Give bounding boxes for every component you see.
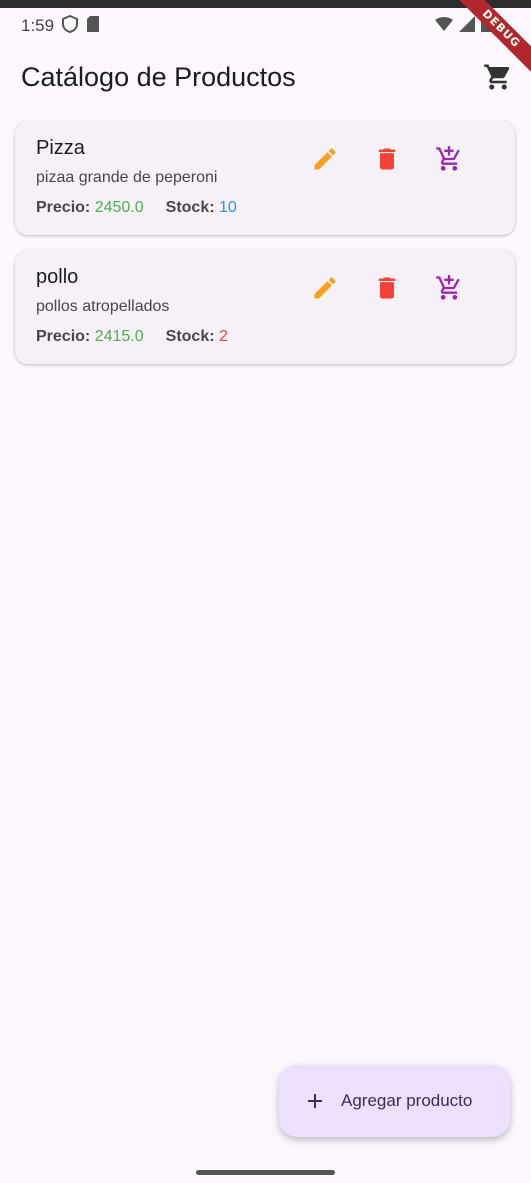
pencil-icon — [314, 148, 336, 170]
pencil-icon — [314, 277, 336, 299]
stock-value: 2 — [219, 328, 228, 345]
product-meta: Precio: 2415.0 Stock: 2 — [36, 328, 228, 346]
stock-label: Stock: — [165, 199, 215, 216]
shopping-cart-icon — [484, 64, 510, 90]
stock-field: Stock: 10 — [166, 199, 237, 217]
plus-icon — [308, 1094, 322, 1108]
home-indicator[interactable] — [196, 1170, 335, 1175]
delete-button[interactable] — [373, 145, 401, 173]
delete-button[interactable] — [373, 274, 401, 302]
edit-button[interactable] — [311, 145, 339, 173]
price-field: Precio: 2450.0 — [36, 199, 144, 217]
app-bar: Catálogo de Productos — [0, 48, 531, 106]
card-actions — [311, 274, 463, 302]
price-field: Precio: 2415.0 — [36, 328, 144, 346]
stock-value: 10 — [219, 199, 237, 216]
edit-button[interactable] — [311, 274, 339, 302]
add-shopping-cart-icon — [436, 275, 460, 300]
trash-icon — [378, 277, 396, 299]
status-time: 1:59 — [21, 16, 55, 35]
trash-icon — [378, 148, 396, 170]
add-product-button[interactable]: Agregar producto — [279, 1065, 510, 1137]
product-card: Pizza pizaa grande de peperoni Precio: 2… — [15, 121, 515, 235]
price-value: 2415.0 — [94, 328, 144, 345]
stock-field: Stock: 2 — [166, 328, 228, 346]
page-title: Catálogo de Productos — [21, 61, 296, 92]
card-actions — [311, 145, 463, 173]
product-description: pizaa grande de peperoni — [36, 169, 218, 186]
wifi-icon — [435, 16, 453, 37]
system-top-edge — [0, 0, 531, 8]
add-to-cart-button[interactable] — [435, 274, 463, 302]
price-label: Precio: — [36, 199, 91, 216]
sd-card-icon — [86, 15, 100, 37]
shield-icon — [62, 14, 79, 38]
status-bar: 1:59 — [0, 8, 531, 44]
product-card: pollo pollos atropellados Precio: 2415.0… — [15, 250, 515, 364]
price-label: Precio: — [36, 328, 91, 345]
shopping-cart-button[interactable] — [483, 62, 513, 92]
product-description: pollos atropellados — [36, 298, 170, 315]
signal-icon — [459, 16, 475, 37]
add-to-cart-button[interactable] — [435, 145, 463, 173]
stock-label: Stock: — [165, 328, 215, 345]
product-meta: Precio: 2450.0 Stock: 10 — [36, 199, 237, 217]
product-name: Pizza — [36, 137, 85, 159]
price-value: 2450.0 — [94, 199, 144, 216]
battery-icon — [481, 16, 491, 37]
product-name: pollo — [36, 266, 79, 288]
add-product-label: Agregar producto — [341, 1091, 473, 1110]
add-shopping-cart-icon — [436, 146, 460, 171]
